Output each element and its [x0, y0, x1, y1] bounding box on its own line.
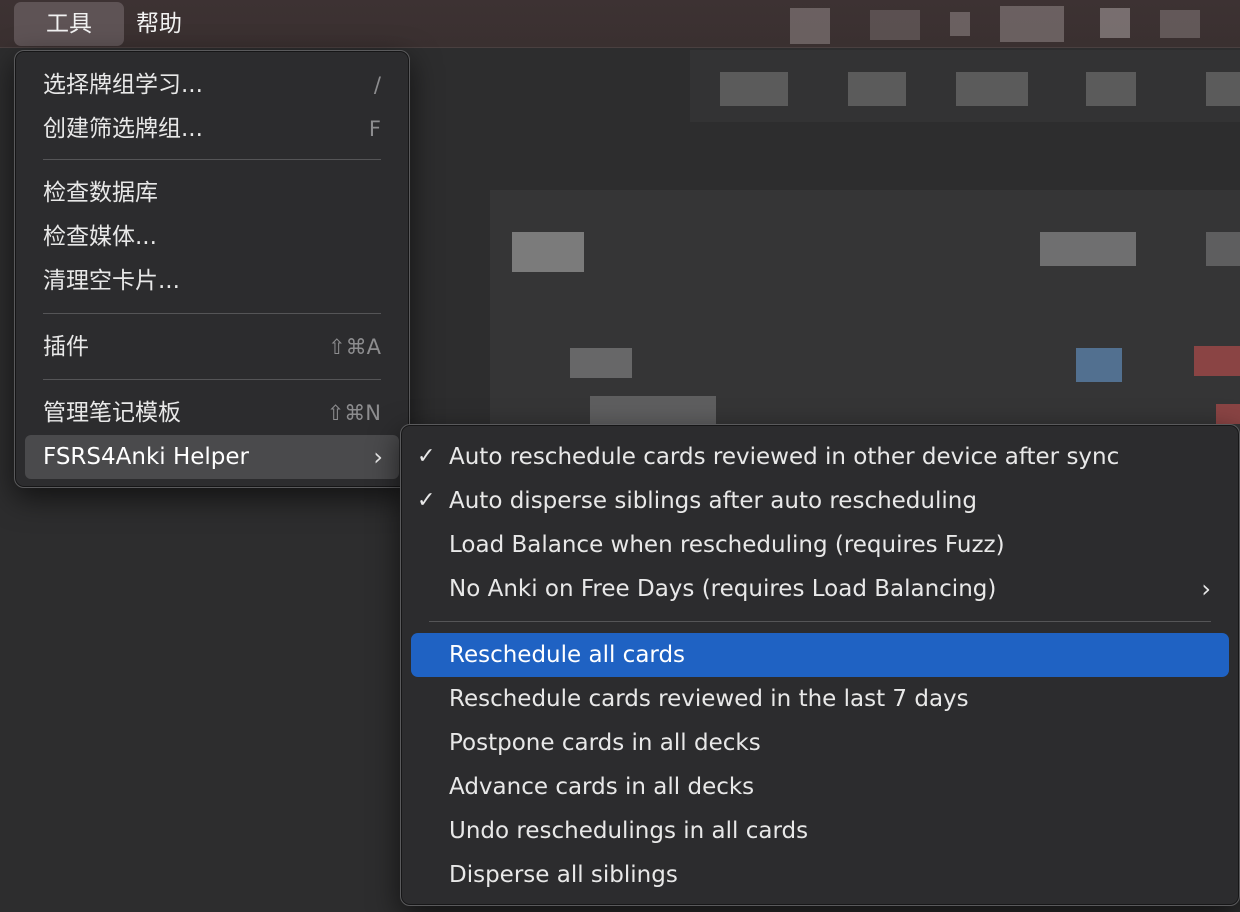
submenu-item-label: Reschedule all cards — [449, 642, 686, 668]
menu-separator — [43, 159, 381, 160]
menu-item-shortcut: / — [373, 73, 381, 97]
blurred-menubar-content — [1100, 8, 1130, 38]
blurred-toolbar-item — [1206, 72, 1240, 106]
chevron-right-icon: › — [1201, 575, 1211, 603]
menu-item-study-deck[interactable]: 选择牌组学习... / — [25, 63, 399, 107]
menu-item-check-database[interactable]: 检查数据库 — [25, 171, 399, 215]
blurred-content-item — [1206, 232, 1240, 266]
blurred-toolbar-item — [720, 72, 788, 106]
blurred-menubar-content — [790, 8, 830, 44]
menu-item-label: 选择牌组学习... — [43, 72, 203, 98]
submenu-item-label: Undo reschedulings in all cards — [449, 818, 809, 844]
blurred-toolbar-item — [1086, 72, 1136, 106]
submenu-item-label: Load Balance when rescheduling (requires… — [449, 532, 1005, 558]
menu-item-check-media[interactable]: 检查媒体... — [25, 215, 399, 259]
submenu-item-label: Auto reschedule cards reviewed in other … — [449, 444, 1120, 470]
blurred-menubar-content — [950, 12, 970, 36]
blurred-toolbar-item — [848, 72, 906, 106]
submenu-item-postpone[interactable]: Postpone cards in all decks — [411, 721, 1229, 765]
menu-item-label: 创建筛选牌组... — [43, 116, 203, 142]
menu-item-label: 检查数据库 — [43, 180, 158, 206]
menu-item-label: 检查媒体... — [43, 224, 157, 250]
blurred-content-item — [1216, 404, 1240, 424]
menu-item-shortcut: F — [368, 117, 381, 141]
menu-item-label: 清理空卡片... — [43, 268, 180, 294]
submenu-item-label: No Anki on Free Days (requires Load Bala… — [449, 576, 997, 602]
blurred-content-item — [1194, 346, 1240, 376]
blurred-menubar-content — [1160, 10, 1200, 38]
blurred-content-item — [590, 396, 716, 424]
submenu-item-undo-reschedulings[interactable]: Undo reschedulings in all cards — [411, 809, 1229, 853]
menu-separator — [43, 379, 381, 380]
menu-item-label: 插件 — [43, 334, 89, 360]
menu-separator — [43, 313, 381, 314]
menubar-tools[interactable]: 工具 — [14, 2, 124, 46]
menu-item-manage-note-types[interactable]: 管理笔记模板 ⇧⌘N — [25, 391, 399, 435]
blurred-content-panel — [490, 190, 1240, 430]
submenu-item-label: Reschedule cards reviewed in the last 7 … — [449, 686, 969, 712]
checkmark-icon: ✓ — [417, 444, 436, 469]
menu-item-shortcut: ⇧⌘A — [328, 335, 381, 359]
blurred-content-item — [512, 232, 584, 272]
submenu-item-label: Disperse all siblings — [449, 862, 678, 888]
blurred-content-item — [1076, 348, 1122, 382]
menu-item-label: FSRS4Anki Helper — [43, 444, 250, 470]
menubar-help[interactable]: 帮助 — [122, 2, 196, 46]
blurred-menubar-content — [870, 10, 920, 40]
menu-item-shortcut: ⇧⌘N — [326, 401, 381, 425]
submenu-item-reschedule-all[interactable]: Reschedule all cards — [411, 633, 1229, 677]
menu-item-fsrs4anki-helper[interactable]: FSRS4Anki Helper › — [25, 435, 399, 479]
menu-bar: 工具 帮助 — [0, 0, 1240, 48]
blurred-content-item — [570, 348, 632, 378]
submenu-item-load-balance[interactable]: Load Balance when rescheduling (requires… — [411, 523, 1229, 567]
submenu-item-reschedule-recent[interactable]: Reschedule cards reviewed in the last 7 … — [411, 677, 1229, 721]
menu-item-empty-cards[interactable]: 清理空卡片... — [25, 259, 399, 303]
menu-item-label: 管理笔记模板 — [43, 400, 181, 426]
tools-menu: 选择牌组学习... / 创建筛选牌组... F 检查数据库 检查媒体... 清理… — [14, 50, 410, 488]
submenu-item-label: Advance cards in all decks — [449, 774, 755, 800]
submenu-item-no-anki-free-days[interactable]: No Anki on Free Days (requires Load Bala… — [411, 567, 1229, 611]
blurred-toolbar-item — [956, 72, 1028, 106]
submenu-item-auto-reschedule[interactable]: ✓ Auto reschedule cards reviewed in othe… — [411, 435, 1229, 479]
menu-item-create-filtered-deck[interactable]: 创建筛选牌组... F — [25, 107, 399, 151]
submenu-item-disperse-siblings[interactable]: Disperse all siblings — [411, 853, 1229, 897]
chevron-right-icon: › — [373, 443, 383, 471]
fsrs4anki-helper-submenu: ✓ Auto reschedule cards reviewed in othe… — [400, 424, 1240, 906]
submenu-item-label: Postpone cards in all decks — [449, 730, 761, 756]
menu-item-addons[interactable]: 插件 ⇧⌘A — [25, 325, 399, 369]
submenu-item-advance[interactable]: Advance cards in all decks — [411, 765, 1229, 809]
menu-separator — [429, 621, 1211, 622]
submenu-item-label: Auto disperse siblings after auto resche… — [449, 488, 977, 514]
blurred-content-item — [1040, 232, 1136, 266]
blurred-menubar-content — [1000, 6, 1064, 42]
checkmark-icon: ✓ — [417, 488, 436, 513]
submenu-item-auto-disperse[interactable]: ✓ Auto disperse siblings after auto resc… — [411, 479, 1229, 523]
